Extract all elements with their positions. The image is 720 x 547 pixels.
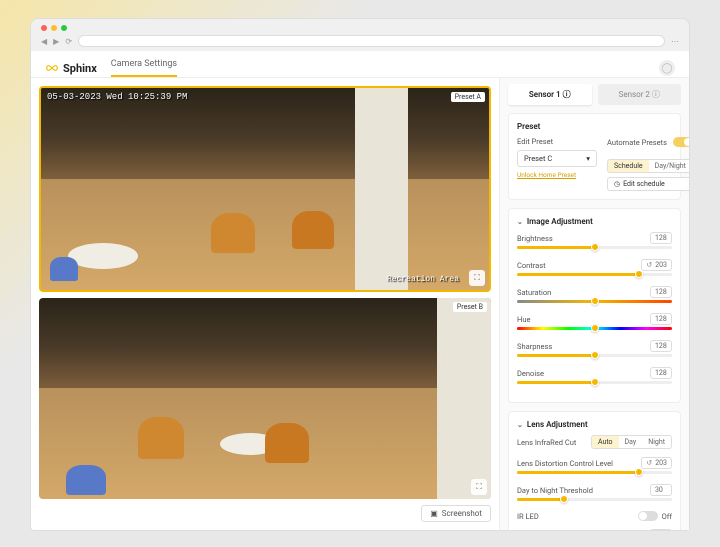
chevron-down-icon: ▾ (586, 154, 590, 163)
lens-adjustment-section: ⌄ Lens Adjustment Lens InfraRed Cut Auto… (508, 411, 681, 530)
edit-preset-label: Edit Preset (517, 137, 597, 146)
nav-back-icon[interactable]: ◀ (41, 37, 47, 46)
camera-area-label: Recreation Area (387, 275, 459, 284)
camera-view-2[interactable]: Preset B ⛶ (39, 298, 491, 500)
contrast-slider[interactable]: Contrast↺203 (517, 259, 672, 276)
automate-presets-label: Automate Presets (607, 138, 667, 147)
nav-forward-icon[interactable]: ▶ (53, 37, 59, 46)
logo-text: Sphinx (63, 62, 97, 75)
threshold-slider[interactable]: Day to Night Threshold 30 (517, 484, 672, 501)
seg-night[interactable]: Night (642, 436, 671, 448)
unlock-home-preset-link[interactable]: Unlock Home Preset (517, 171, 597, 179)
screenshot-label: Screenshot (442, 509, 482, 518)
chevron-down-icon[interactable]: ⌄ (517, 218, 523, 226)
denoise-slider[interactable]: Denoise128 (517, 367, 672, 384)
camera-icon: ▣ (430, 509, 438, 518)
section-title-text: Image Adjustment (527, 217, 593, 226)
reset-icon[interactable]: ↺ (646, 459, 652, 467)
window-controls[interactable] (41, 25, 679, 31)
hue-slider[interactable]: Hue128 (517, 313, 672, 330)
url-input[interactable] (78, 35, 665, 47)
chevron-down-icon[interactable]: ⌄ (517, 421, 523, 429)
tab-sensor-2[interactable]: Sensor 2 ⓘ (598, 84, 682, 105)
ir-cut-label: Lens InfraRed Cut (517, 438, 576, 447)
ir-led-label: IR LED (517, 512, 539, 521)
expand-icon[interactable]: ⛶ (469, 270, 485, 286)
automate-presets-toggle[interactable] (673, 137, 689, 147)
section-title-text: Lens Adjustment (527, 420, 588, 429)
reset-icon[interactable]: ↺ (646, 261, 652, 269)
nav-reload-icon[interactable]: ⟳ (65, 37, 72, 46)
preset-title: Preset (517, 122, 672, 131)
app-header: Sphinx Camera Settings ◯ (31, 51, 689, 78)
preset-badge: Preset B (453, 302, 487, 312)
info-icon: ⓘ (652, 90, 660, 99)
sharpness-slider[interactable]: Sharpness128 (517, 340, 672, 357)
distortion-slider[interactable]: Lens Distortion Control Level ↺ 203 (517, 457, 672, 474)
image-adjustment-section: ⌄ Image Adjustment Brightness128 Contrast… (508, 208, 681, 403)
nav-menu-icon[interactable]: ⋯ (671, 37, 679, 46)
ir-level-slider[interactable]: IR LED Level 5 12345678 (517, 529, 672, 530)
clock-icon: ◷ (614, 180, 620, 188)
ir-led-toggle[interactable] (638, 511, 658, 521)
camera-view-1[interactable]: 05-03-2023 Wed 10:25:39 PM Recreation Ar… (39, 86, 491, 292)
app-logo[interactable]: Sphinx (45, 62, 97, 75)
expand-icon[interactable]: ⛶ (471, 479, 487, 495)
seg-schedule[interactable]: Schedule (608, 160, 649, 172)
app-frame: Sphinx Camera Settings ◯ 05-03-2023 Wed … (30, 51, 690, 531)
tab-camera-settings[interactable]: Camera Settings (111, 59, 177, 77)
browser-chrome: ◀ ▶ ⟳ ⋯ (30, 18, 690, 51)
seg-day[interactable]: Day (619, 436, 643, 448)
ir-cut-segment[interactable]: AutoDayNight (591, 435, 672, 449)
automate-mode-segment[interactable]: Schedule Day/Night (607, 159, 689, 173)
edit-schedule-button[interactable]: ◷ Edit schedule (607, 177, 689, 191)
screenshot-button[interactable]: ▣ Screenshot (421, 505, 491, 522)
infinity-icon (45, 64, 59, 72)
user-icon: ◯ (661, 63, 672, 74)
camera-timestamp: 05-03-2023 Wed 10:25:39 PM (47, 92, 187, 102)
preset-section: Preset Edit Preset Preset C ▾ Unlock Hom… (508, 113, 681, 200)
seg-daynight[interactable]: Day/Night (649, 160, 689, 172)
brightness-slider[interactable]: Brightness128 (517, 232, 672, 249)
preset-select[interactable]: Preset C ▾ (517, 150, 597, 167)
saturation-slider[interactable]: Saturation128 (517, 286, 672, 303)
seg-auto[interactable]: Auto (592, 436, 619, 448)
tab-sensor-1[interactable]: Sensor 1 ⓘ (508, 84, 592, 105)
info-icon: ⓘ (563, 90, 571, 99)
preset-badge: Preset A (451, 92, 485, 102)
camera-previews: 05-03-2023 Wed 10:25:39 PM Recreation Ar… (31, 78, 499, 530)
settings-panel: Sensor 1 ⓘ Sensor 2 ⓘ Preset Edit Preset… (499, 78, 689, 530)
avatar[interactable]: ◯ (659, 60, 675, 76)
